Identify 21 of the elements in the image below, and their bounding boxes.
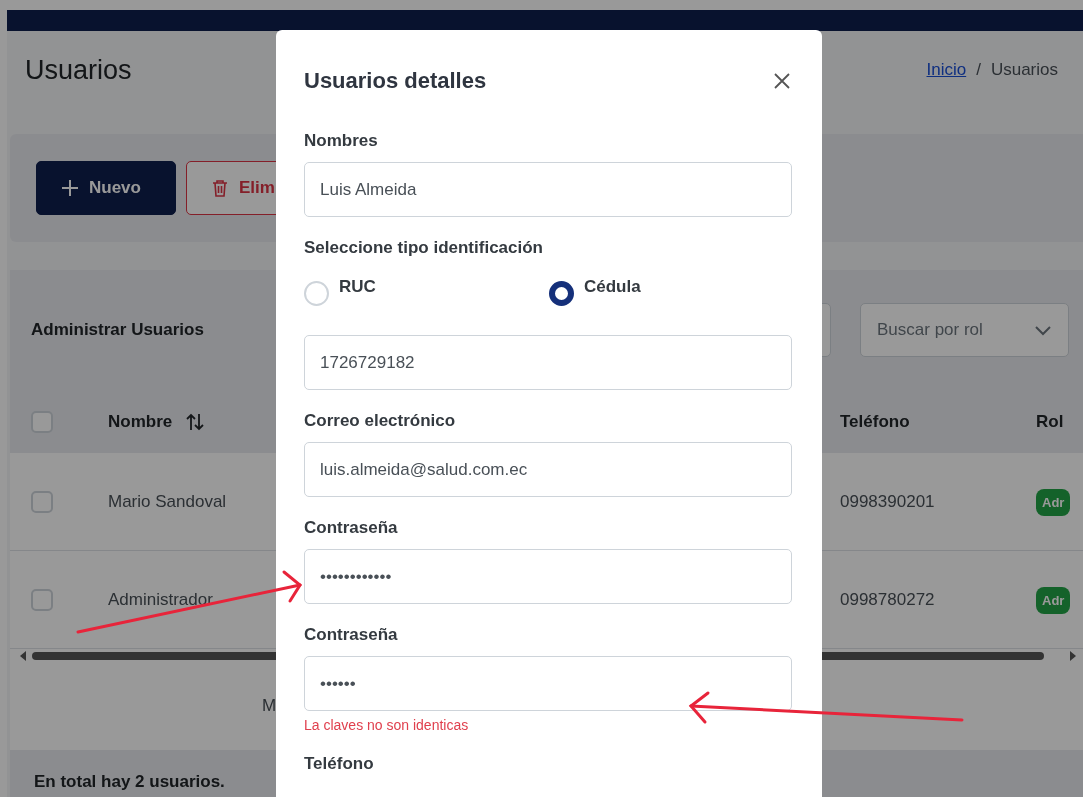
field-label: Contraseña [304,518,399,538]
field-label: Teléfono [304,754,375,774]
table-cell-text: 0998780272 [840,589,936,610]
field-label: Correo electrónico [304,411,457,431]
dialog-title: Usuarios detalles [304,68,487,94]
column-header: Teléfono [840,411,910,432]
page-title: Usuarios [25,54,132,86]
field-label: Nombres [304,131,379,151]
error-message: La claves no son identicas [304,717,470,733]
role-tag: Adr [1036,488,1071,516]
table-title: Administrar Usuarios [31,320,205,340]
field-label: Seleccione tipo identificación [304,238,544,258]
role-tag: Adr [1036,586,1071,614]
table-cell-text: 0998390201 [840,491,936,512]
field-label: Contraseña [304,625,399,645]
breadcrumb-current: Usuarios [990,60,1058,80]
breadcrumb-separator: / [976,60,981,80]
column-header: Rol [1036,411,1064,432]
table-cell-text: Administrador [108,589,214,610]
table-cell-text: Mario Sandoval [108,491,228,512]
paginator-text: M [262,696,277,716]
